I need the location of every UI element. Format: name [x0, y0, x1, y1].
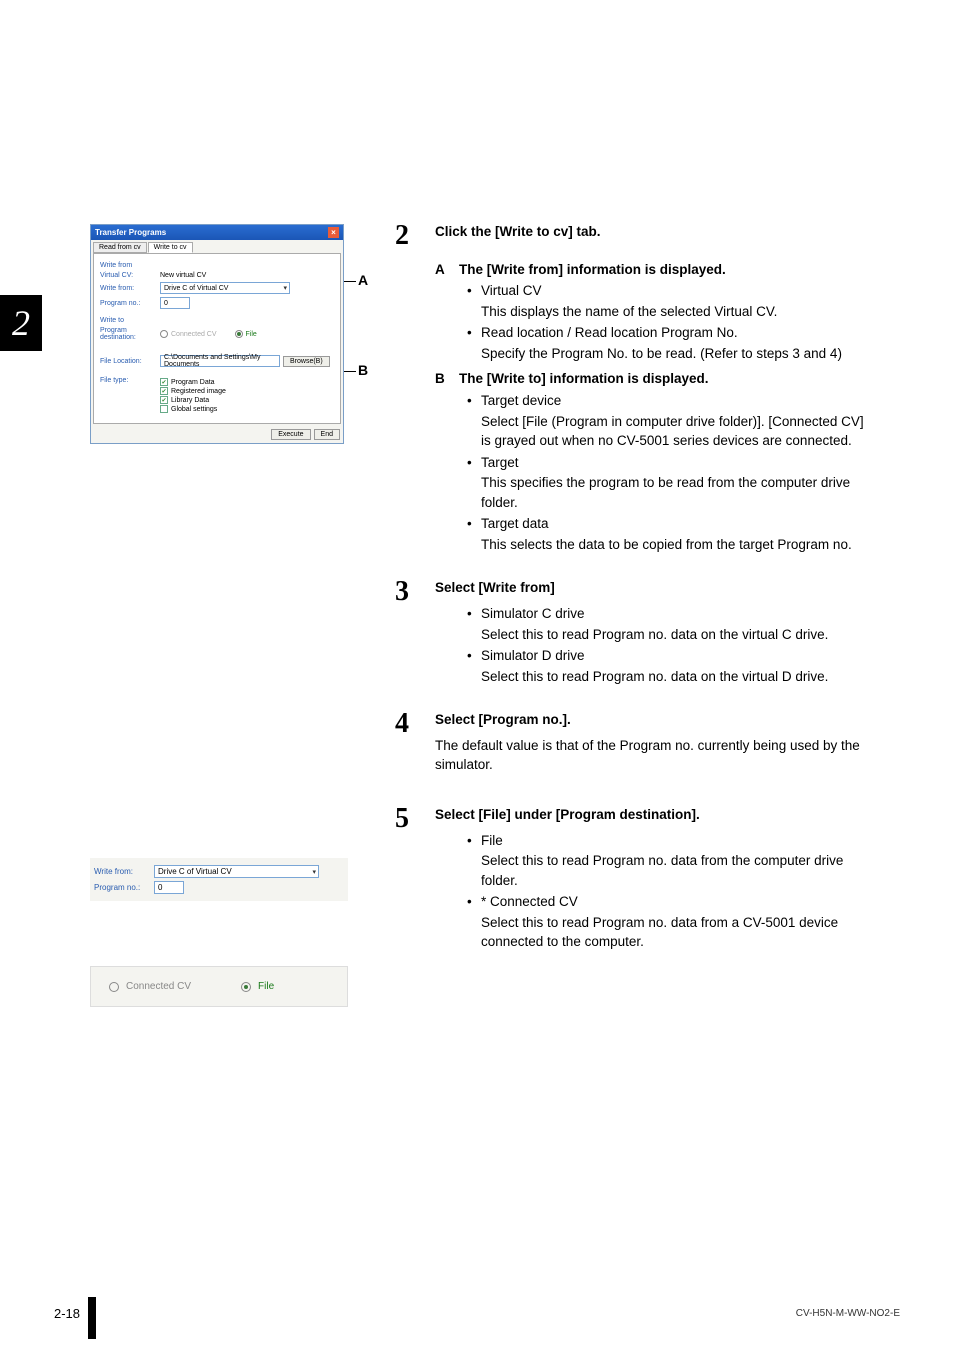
- step-2-title: Click the [Write to cv] tab.: [435, 222, 875, 242]
- checkbox-registered-image[interactable]: [160, 387, 168, 395]
- execute-button[interactable]: Execute: [271, 429, 310, 440]
- step-4-body: The default value is that of the Program…: [435, 736, 875, 775]
- end-button[interactable]: End: [314, 429, 340, 440]
- checkbox-global-settings[interactable]: [160, 405, 168, 413]
- dialog-title-text: Transfer Programs: [95, 228, 166, 237]
- mini-write-from-dropdown[interactable]: Drive C of Virtual CV: [154, 865, 319, 878]
- radio-connected-cv[interactable]: [160, 330, 168, 338]
- strip-radio-file[interactable]: [241, 982, 251, 992]
- s2-a-b2-body: Specify the Program No. to be read. (Ref…: [481, 344, 875, 364]
- mini-write-from-screenshot: Write from: Drive C of Virtual CV Progra…: [90, 858, 348, 901]
- mini-program-no-label: Program no.:: [94, 883, 154, 892]
- callout-b: B: [358, 362, 368, 378]
- bullet-icon: [467, 391, 481, 451]
- step-2-b-letter: B: [435, 369, 459, 389]
- browse-button[interactable]: Browse(B): [283, 356, 330, 367]
- bullet-icon: [467, 892, 481, 952]
- s2-b-b1-head: Target device: [481, 393, 561, 408]
- strip-file-label: File: [258, 981, 274, 992]
- bullet-icon: [467, 604, 481, 644]
- s2-b-b1-body: Select [File (Program in computer drive …: [481, 412, 875, 451]
- close-icon[interactable]: ×: [328, 227, 339, 238]
- program-no-spinner[interactable]: 0: [160, 297, 190, 309]
- step-4-title: Select [Program no.].: [435, 710, 875, 730]
- step-2-b-title: The [Write to] information is displayed.: [459, 369, 875, 389]
- checkbox-registered-image-label: Registered image: [171, 388, 226, 395]
- s3-b1-body: Select this to read Program no. data on …: [481, 625, 875, 645]
- tab-read-from-cv[interactable]: Read from cv: [93, 242, 147, 253]
- checkbox-program-data-label: Program Data: [171, 379, 215, 386]
- s2-a-b1-head: Virtual CV: [481, 283, 542, 298]
- virtual-cv-label: Virtual CV:: [100, 272, 160, 279]
- bullet-icon: [467, 514, 481, 554]
- section-write-from: Write from: [100, 262, 334, 269]
- bullet-icon: [467, 453, 481, 513]
- write-from-label: Write from:: [100, 285, 160, 292]
- s5-b1-body: Select this to read Program no. data fro…: [481, 851, 875, 890]
- write-from-dropdown[interactable]: Drive C of Virtual CV: [160, 282, 290, 294]
- step-2-number: 2: [395, 222, 435, 554]
- step-5-title: Select [File] under [Program destination…: [435, 805, 875, 825]
- dialog-titlebar: Transfer Programs ×: [91, 225, 343, 240]
- radio-strip-screenshot: Connected CV File: [90, 966, 348, 1007]
- callout-line-b: [344, 371, 356, 372]
- s2-b-b3-head: Target data: [481, 516, 549, 531]
- bullet-icon: [467, 831, 481, 891]
- step-2-a-title: The [Write from] information is displaye…: [459, 260, 875, 280]
- file-location-label: File Location:: [100, 358, 160, 365]
- s2-b-b3-body: This selects the data to be copied from …: [481, 535, 875, 555]
- bullet-icon: [467, 646, 481, 686]
- document-id: CV-H5N-M-WW-NO2-E: [796, 1308, 900, 1319]
- bullet-icon: [467, 281, 481, 321]
- s3-b1-head: Simulator C drive: [481, 606, 585, 621]
- checkbox-program-data[interactable]: [160, 378, 168, 386]
- checkbox-global-settings-label: Global settings: [171, 406, 217, 413]
- strip-connected-cv-label: Connected CV: [126, 981, 191, 992]
- radio-file[interactable]: [235, 330, 243, 338]
- section-write-to: Write to: [100, 317, 334, 324]
- step-5-number: 5: [395, 805, 435, 952]
- program-dest-label: Program destination:: [100, 327, 160, 341]
- step-3-number: 3: [395, 578, 435, 686]
- file-type-label: File type:: [100, 377, 160, 384]
- file-location-input[interactable]: C:\Documents and Settings\My Documents: [160, 355, 280, 367]
- step-4-number: 4: [395, 710, 435, 775]
- callout-line-a: [344, 281, 356, 282]
- s3-b2-body: Select this to read Program no. data on …: [481, 667, 875, 687]
- s2-b-b2-head: Target: [481, 455, 519, 470]
- radio-connected-cv-label: Connected CV: [171, 331, 217, 338]
- checkbox-library-data-label: Library Data: [171, 397, 209, 404]
- chapter-tab: 2: [0, 295, 42, 351]
- s2-a-b1-body: This displays the name of the selected V…: [481, 302, 875, 322]
- virtual-cv-value: New virtual CV: [160, 272, 206, 279]
- s5-b1-head: File: [481, 833, 503, 848]
- tab-write-to-cv[interactable]: Write to cv: [148, 242, 193, 253]
- step-3-title: Select [Write from]: [435, 578, 875, 598]
- radio-file-label: File: [246, 331, 257, 338]
- s3-b2-head: Simulator D drive: [481, 648, 585, 663]
- footer-mark: [88, 1297, 96, 1339]
- s5-b2-head: * Connected CV: [481, 894, 578, 909]
- s5-b2-body: Select this to read Program no. data fro…: [481, 913, 875, 952]
- callout-a: A: [358, 272, 368, 288]
- step-2-a-letter: A: [435, 260, 459, 280]
- mini-program-no-spinner[interactable]: 0: [154, 881, 184, 894]
- strip-radio-connected-cv[interactable]: [109, 982, 119, 992]
- page-number: 2-18: [54, 1306, 80, 1321]
- instructions-column: 2 Click the [Write to cv] tab. A The [Wr…: [395, 222, 875, 970]
- bullet-icon: [467, 323, 481, 363]
- dialog-screenshot: Transfer Programs × Read from cv Write t…: [90, 224, 370, 444]
- checkbox-library-data[interactable]: [160, 396, 168, 404]
- mini-write-from-label: Write from:: [94, 867, 154, 876]
- program-no-label: Program no.:: [100, 300, 160, 307]
- page-footer: 2-18 CV-H5N-M-WW-NO2-E: [54, 1306, 900, 1321]
- s2-a-b2-head: Read location / Read location Program No…: [481, 325, 738, 340]
- s2-b-b2-body: This specifies the program to be read fr…: [481, 473, 875, 512]
